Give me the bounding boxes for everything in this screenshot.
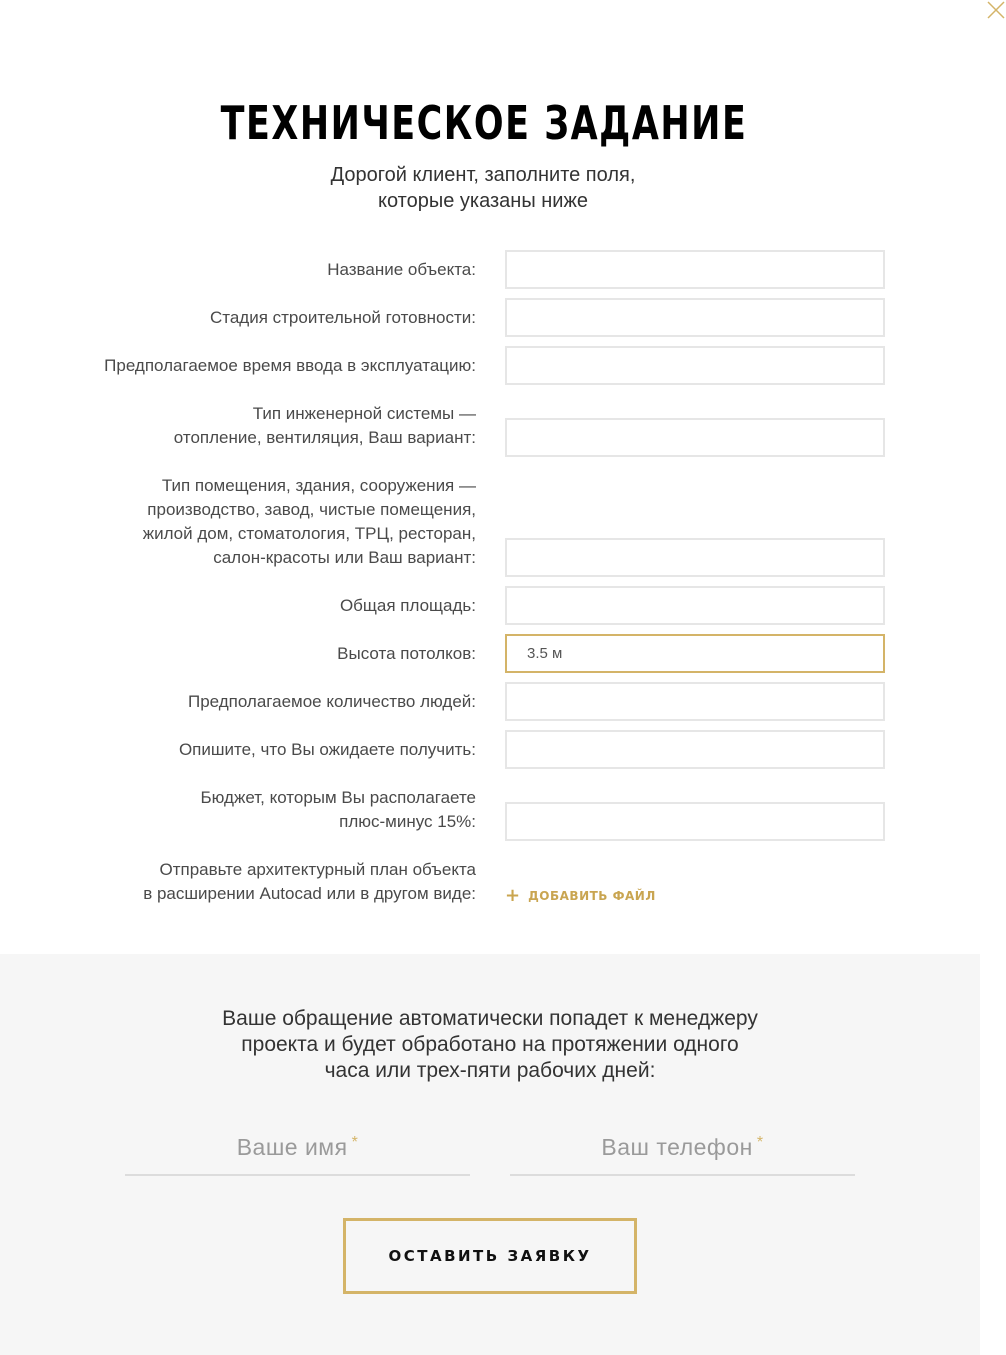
- submit-button[interactable]: ОСТАВИТЬ ЗАЯВКУ: [343, 1218, 637, 1294]
- commissioning-time-label: Предполагаемое время ввода в эксплуатаци…: [104, 356, 476, 375]
- required-mark: *: [756, 1134, 764, 1151]
- phone-field[interactable]: Ваш телефон *: [510, 1124, 855, 1176]
- page-title: ТЕХНИЧЕСКОЕ ЗАДАНИЕ: [220, 96, 748, 150]
- page-subtitle: Дорогой клиент, заполните поля, которые …: [330, 164, 636, 212]
- ceiling-height-input[interactable]: [505, 634, 885, 673]
- commissioning-time-input[interactable]: [505, 346, 885, 385]
- processing-notice: Ваше обращение автоматически попадет к м…: [222, 1007, 758, 1082]
- engineering-system-input[interactable]: [505, 418, 885, 457]
- add-file-button[interactable]: + ДОБАВИТЬ ФАЙЛ: [505, 886, 656, 906]
- people-count-label: Предполагаемое количество людей:: [187, 692, 476, 711]
- add-file-label: ДОБАВИТЬ ФАЙЛ: [528, 889, 656, 903]
- contact-section: Ваше обращение автоматически попадет к м…: [0, 954, 980, 1355]
- engineering-system-label: Тип инженерной системы — отопление, вент…: [173, 404, 476, 447]
- name-placeholder: Ваше имя: [236, 1134, 348, 1160]
- object-name-label: Название объекта:: [327, 260, 476, 279]
- expectations-input[interactable]: [505, 730, 885, 769]
- total-area-input[interactable]: [505, 586, 885, 625]
- premises-type-input[interactable]: [505, 538, 885, 577]
- ceiling-height-label: Высота потолков:: [337, 644, 476, 663]
- name-field[interactable]: Ваше имя *: [125, 1124, 470, 1176]
- file-upload-label: Отправьте архитектурный план объекта в р…: [143, 860, 476, 903]
- plus-icon: +: [505, 885, 521, 906]
- object-name-input[interactable]: [505, 250, 885, 289]
- people-count-input[interactable]: [505, 682, 885, 721]
- required-mark: *: [351, 1134, 359, 1151]
- phone-placeholder: Ваш телефон: [601, 1134, 753, 1160]
- construction-stage-label: Стадия строительной готовности:: [209, 308, 476, 327]
- budget-label: Бюджет, которым Вы располагаете плюс-мин…: [200, 788, 476, 831]
- close-icon[interactable]: [984, 0, 1006, 22]
- expectations-label: Опишите, что Вы ожидаете получить:: [178, 740, 476, 759]
- budget-input[interactable]: [505, 802, 885, 841]
- total-area-label: Общая площадь:: [339, 596, 476, 615]
- premises-type-label: Тип помещения, здания, сооружения — прои…: [142, 476, 476, 567]
- construction-stage-input[interactable]: [505, 298, 885, 337]
- tech-spec-modal: ТЕХНИЧЕСКОЕ ЗАДАНИЕ Дорогой клиент, запо…: [0, 0, 1006, 1355]
